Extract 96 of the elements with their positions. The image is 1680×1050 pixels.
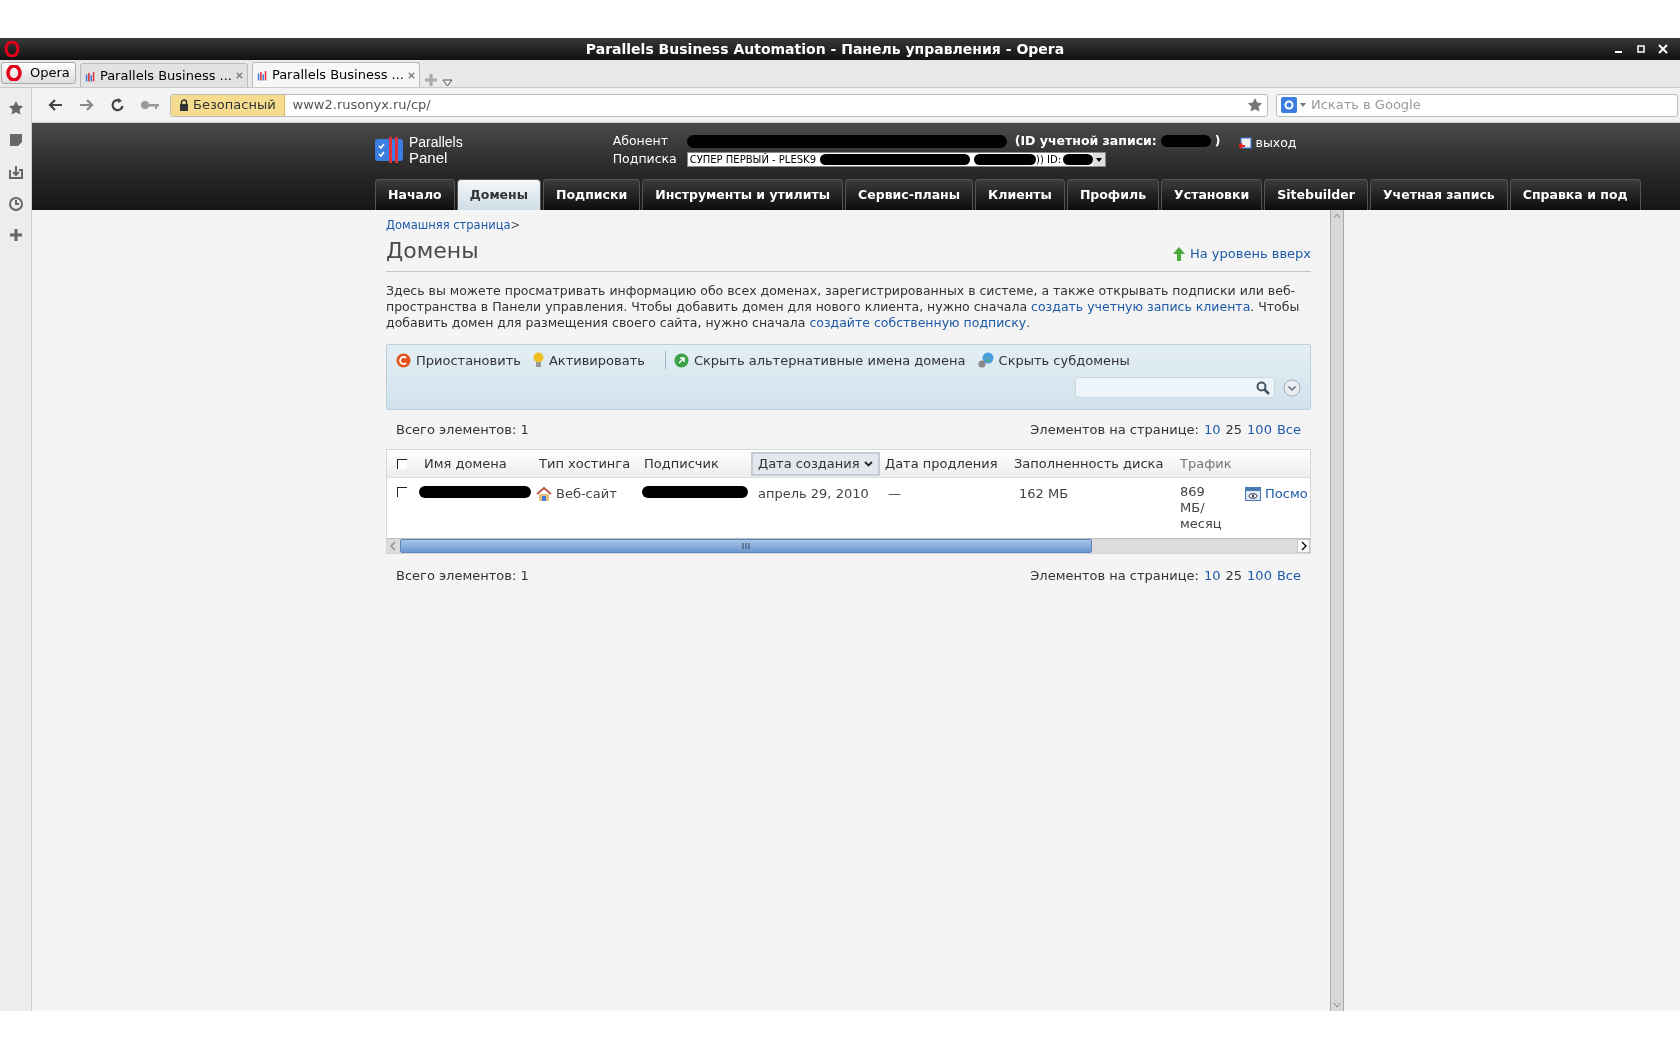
- close-tab-icon[interactable]: [408, 70, 415, 80]
- plus-icon[interactable]: [8, 228, 23, 242]
- nav-tab[interactable]: Установки: [1161, 179, 1263, 210]
- column-header[interactable]: Дата создания: [751, 451, 880, 476]
- key-icon[interactable]: [140, 99, 160, 111]
- logout-link[interactable]: выход: [1238, 133, 1297, 153]
- nav-tab[interactable]: Подписки: [543, 179, 641, 210]
- search-icon: [1256, 380, 1270, 395]
- note-icon[interactable]: [7, 132, 24, 148]
- logout-icon: [1238, 136, 1252, 150]
- nav-tab[interactable]: Справка и под: [1509, 179, 1641, 210]
- opera-logo-icon: [4, 41, 20, 57]
- page-description: Здесь вы можете просматривать информацию обо всех доменах, зарегистрированных в системе, а также открывать подписки или веб-пространства в Панели управления. Чтобы добавить домен для нового клиента, нужно сначала создать учетную запись клиента. Чтобы добавить домен для размещения своего сайта, нужно сначала создайте собственную подписку.: [386, 283, 1301, 332]
- subscription-label: Подписка: [612, 149, 678, 168]
- column-header[interactable]: Подписчик: [639, 451, 724, 476]
- account-id-end: ): [1214, 131, 1221, 150]
- per-page-option[interactable]: 25: [1225, 565, 1243, 585]
- reload-icon[interactable]: [110, 97, 126, 113]
- subscriber-label: Абонент: [612, 131, 669, 150]
- redaction-mark: [1160, 135, 1211, 147]
- total-count: Всего элементов: 1: [396, 420, 529, 439]
- toolbar-button[interactable]: Активировать: [532, 350, 645, 370]
- hosting-type-text: Веб-сайт: [556, 485, 617, 504]
- per-page-label: Элементов на странице:: [1030, 566, 1199, 585]
- search-engine-icon[interactable]: [1281, 97, 1307, 113]
- table-cell: апрель 29, 2010: [758, 486, 869, 502]
- redaction-mark: [974, 153, 1036, 165]
- star-icon[interactable]: [7, 100, 24, 116]
- per-page-label: Элементов на странице:: [1030, 420, 1199, 439]
- browser-tab[interactable]: Parallels Business ...: [80, 63, 248, 87]
- nav-tab[interactable]: Инструменты и утилиты: [642, 179, 844, 210]
- nav-tab[interactable]: Сервис-планы: [845, 179, 974, 210]
- maximize-icon[interactable]: [1636, 44, 1646, 54]
- breadcrumb-link[interactable]: Домашняя страница: [386, 217, 511, 235]
- column-header[interactable]: Имя домена: [419, 451, 512, 476]
- tab-menu-icon[interactable]: [442, 79, 453, 87]
- column-header[interactable]: Заполненность диска: [1009, 451, 1169, 476]
- up-arrow-icon: [1172, 245, 1186, 262]
- nav-tab[interactable]: Клиенты: [975, 179, 1065, 210]
- nav-tab[interactable]: Учетная запись: [1369, 179, 1508, 210]
- up-level-link[interactable]: На уровень вверх: [1172, 243, 1311, 264]
- column-header[interactable]: Тип хостинга: [534, 451, 636, 476]
- breadcrumb-separator: >: [510, 217, 521, 234]
- per-page-option[interactable]: Все: [1276, 565, 1301, 585]
- scroll-right-icon[interactable]: [1297, 539, 1310, 554]
- table-cell-text: 869 МБ/ месяц: [1180, 484, 1223, 533]
- nav-tab[interactable]: Домены: [456, 179, 541, 210]
- forward-icon[interactable]: [78, 97, 94, 113]
- parallels-logo-icon: [375, 137, 405, 163]
- close-tab-icon[interactable]: [236, 71, 243, 80]
- browser-tab[interactable]: Parallels Business ...: [252, 62, 420, 87]
- toolbar-button[interactable]: Скрыть субдомены: [977, 350, 1130, 370]
- download-icon[interactable]: [7, 164, 24, 180]
- toolbar-button[interactable]: Приостановить: [396, 350, 521, 370]
- nav-tab[interactable]: Начало: [375, 179, 455, 210]
- arrow-circle-icon: [673, 352, 689, 368]
- column-header[interactable]: Трафик: [1175, 451, 1237, 476]
- search-input[interactable]: Искать в Google: [1311, 95, 1673, 115]
- close-icon[interactable]: [1658, 44, 1668, 54]
- view-link[interactable]: Посмо: [1245, 484, 1308, 504]
- nav-tab[interactable]: Sitebuilder: [1264, 179, 1368, 210]
- redaction-mark: [1063, 153, 1093, 165]
- globe-icon: [977, 352, 994, 369]
- scrollbar-thumb[interactable]: [400, 539, 1092, 554]
- table-cell: —: [888, 486, 901, 502]
- per-page-option[interactable]: 100: [1247, 419, 1272, 439]
- column-header[interactable]: Дата продления: [880, 451, 1003, 476]
- tab-favicon-icon: [257, 68, 268, 82]
- per-page-option[interactable]: 10: [1204, 565, 1221, 585]
- clock-icon[interactable]: [7, 196, 24, 212]
- window-title: Parallels Business Automation - Панель управления - Opera: [584, 39, 1066, 59]
- opera-menu-button[interactable]: Opera: [1, 62, 76, 84]
- per-page-option[interactable]: 10: [1204, 419, 1221, 439]
- per-page-option[interactable]: Все: [1276, 419, 1301, 439]
- house-icon: [536, 486, 552, 502]
- logo-text: Parallels: [409, 135, 463, 150]
- table-cell: 162 МБ: [1019, 486, 1069, 502]
- toolbar-button[interactable]: Скрыть альтернативные имена домена: [673, 350, 966, 370]
- per-page-option[interactable]: 100: [1247, 565, 1272, 585]
- per-page-option[interactable]: 25: [1225, 419, 1243, 439]
- nav-tab[interactable]: Профиль: [1066, 179, 1160, 210]
- total-count: Всего элементов: 1: [396, 566, 529, 585]
- account-id-label: (ID учетной записи:: [1014, 131, 1157, 150]
- back-icon[interactable]: [48, 97, 64, 113]
- horizontal-scrollbar[interactable]: [387, 538, 1310, 554]
- opera-logo-icon: [6, 65, 22, 81]
- logo-text: Panel: [409, 150, 449, 165]
- search-field[interactable]: [1075, 377, 1275, 399]
- stop-icon: [396, 352, 411, 368]
- checkbox[interactable]: [397, 458, 407, 469]
- search-field[interactable]: Искать в Google: [1276, 93, 1678, 117]
- subscription-select[interactable]: СУПЕР ПЕРВЫЙ - PLESK9 )) ID:: [686, 151, 1106, 167]
- light-bulb-icon: [532, 352, 544, 369]
- description-link[interactable]: создайте собственную подписку: [809, 315, 1027, 331]
- window-eye-icon: [1245, 487, 1261, 501]
- page-title: Домены: [386, 237, 479, 266]
